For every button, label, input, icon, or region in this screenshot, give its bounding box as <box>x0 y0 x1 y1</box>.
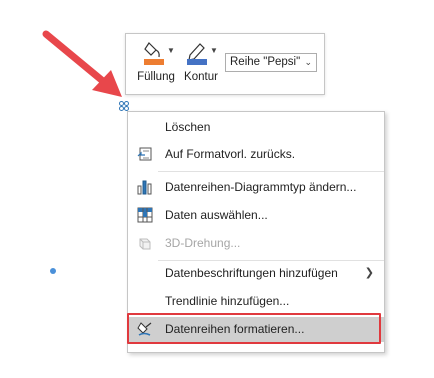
menu-item-label: Löschen <box>165 120 211 134</box>
pointer-arrow-icon <box>42 30 122 97</box>
outline-label: Kontur <box>184 71 218 83</box>
menu-item-add-trendline[interactable]: Trendlinie hinzufügen... <box>128 289 384 313</box>
select-data-icon <box>137 207 153 223</box>
fill-color-swatch <box>144 59 164 65</box>
selection-handle-icon[interactable] <box>119 101 129 111</box>
outline-color-swatch <box>187 59 207 65</box>
3d-rotation-icon <box>139 238 151 250</box>
paint-bucket-icon <box>144 42 164 65</box>
menu-item-label: Auf Formatvorl. zurücks. <box>165 147 296 161</box>
bar-chart-icon <box>137 180 152 195</box>
menu-item-delete[interactable]: Löschen <box>128 115 384 139</box>
series-select[interactable]: Reihe "Pepsi" ⌄ <box>225 53 317 72</box>
chevron-down-icon[interactable]: ▼ <box>210 46 218 55</box>
fill-button[interactable]: ▼ Füllung <box>133 38 179 90</box>
mini-toolbar: ▼ Füllung ▼ Kontur Reihe "Pepsi" ⌄ <box>125 33 325 95</box>
menu-item-label: Trendlinie hinzufügen... <box>165 294 290 308</box>
menu-item-reset-style[interactable]: Auf Formatvorl. zurücks. <box>128 142 384 166</box>
chevron-right-icon: ❯ <box>364 267 374 279</box>
chevron-down-icon[interactable]: ▼ <box>167 46 175 55</box>
series-select-value: Reihe "Pepsi" <box>230 56 301 68</box>
pen-icon <box>187 43 207 65</box>
menu-item-label: 3D-Drehung... <box>165 236 241 250</box>
menu-item-label: Datenreihen-Diagrammtyp ändern... <box>165 180 357 194</box>
chevron-down-icon: ⌄ <box>304 57 312 67</box>
menu-item-3d-rotation: 3D-Drehung... <box>128 231 384 255</box>
menu-item-change-chart-type[interactable]: Datenreihen-Diagrammtyp ändern... <box>128 175 384 199</box>
menu-item-label: Daten auswählen... <box>165 208 268 222</box>
menu-item-select-data[interactable]: Daten auswählen... <box>128 203 384 227</box>
outline-button[interactable]: ▼ Kontur <box>180 38 222 90</box>
highlight-box <box>127 313 381 344</box>
reset-style-icon <box>137 147 152 161</box>
menu-item-add-data-labels[interactable]: Datenbeschriftungen hinzufügen ❯ <box>128 261 384 285</box>
fill-label: Füllung <box>137 71 175 83</box>
data-point-dot[interactable] <box>50 268 56 274</box>
menu-separator <box>158 171 384 172</box>
menu-item-label: Datenbeschriftungen hinzufügen <box>165 266 338 280</box>
